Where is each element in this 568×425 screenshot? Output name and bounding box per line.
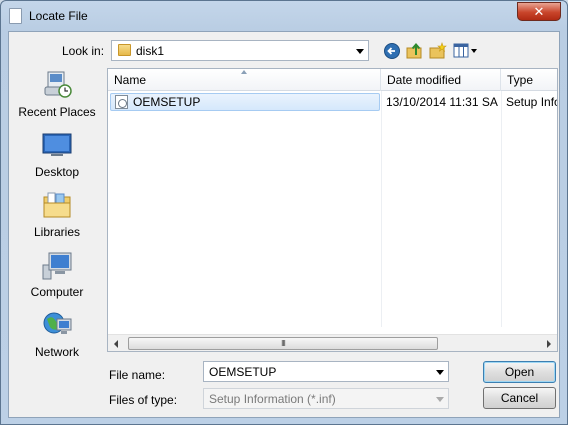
column-header-date-modified[interactable]: Date modified — [381, 69, 501, 91]
place-computer[interactable]: Computer — [9, 249, 105, 307]
folder-icon — [118, 44, 131, 56]
sort-ascending-icon — [241, 70, 247, 74]
libraries-icon — [43, 192, 71, 218]
place-label: Recent Places — [18, 105, 96, 119]
window-title: Locate File — [29, 9, 88, 23]
scroll-right-icon[interactable] — [547, 340, 551, 348]
new-folder-icon[interactable] — [429, 42, 447, 60]
place-recent-places[interactable]: Recent Places — [9, 69, 105, 127]
desktop-icon — [42, 133, 72, 156]
look-in-dropdown[interactable]: disk1 — [111, 40, 369, 61]
file-name: OEMSETUP — [133, 95, 201, 109]
place-network[interactable]: Network — [9, 309, 105, 367]
chevron-down-icon — [436, 396, 444, 402]
recent-places-icon — [44, 71, 72, 98]
scroll-left-icon[interactable] — [114, 340, 118, 348]
network-icon — [43, 312, 72, 334]
file-name-value: OEMSETUP — [209, 365, 277, 379]
document-icon — [9, 8, 22, 24]
horizontal-scrollbar[interactable]: III — [108, 334, 557, 351]
cancel-button[interactable]: Cancel — [483, 387, 556, 409]
column-divider — [381, 91, 382, 327]
file-date-modified: 13/10/2014 11:31 SA — [386, 95, 498, 109]
files-of-type-dropdown[interactable]: Setup Information (*.inf) — [203, 388, 449, 409]
place-label: Desktop — [34, 165, 80, 179]
view-menu-icon[interactable] — [453, 42, 479, 60]
open-button[interactable]: Open — [483, 361, 556, 383]
up-folder-icon[interactable] — [406, 42, 424, 60]
place-label: Libraries — [33, 225, 81, 239]
file-name-label: File name: — [109, 368, 166, 382]
list-header: Name Date modified Type — [108, 69, 557, 91]
setup-information-file-icon — [115, 95, 128, 109]
close-button[interactable]: ✕ — [517, 2, 561, 21]
place-label: Network — [34, 345, 79, 359]
place-desktop[interactable]: Desktop — [9, 129, 105, 187]
scroll-thumb[interactable]: III — [128, 337, 438, 350]
files-of-type-value: Setup Information (*.inf) — [209, 392, 336, 406]
column-header-type[interactable]: Type — [501, 69, 557, 91]
place-label: Computer — [30, 285, 84, 299]
file-list[interactable]: Name Date modified Type OEMSETUP 13/10/2… — [107, 68, 558, 352]
locate-file-dialog: Locate File ✕ Look in: disk1 Recent Plac… — [0, 0, 568, 425]
file-row[interactable]: OEMSETUP 13/10/2014 11:31 SA Setup Info — [108, 93, 558, 111]
chevron-down-icon[interactable] — [436, 369, 444, 375]
chevron-down-icon — [356, 48, 364, 54]
title-bar[interactable]: Locate File ✕ — [1, 1, 567, 31]
place-libraries[interactable]: Libraries — [9, 189, 105, 247]
file-name-input[interactable]: OEMSETUP — [203, 361, 449, 382]
places-bar: Recent Places Desktop Libraries Computer… — [9, 69, 105, 379]
column-divider — [501, 91, 502, 327]
look-in-value: disk1 — [136, 44, 165, 58]
back-icon[interactable] — [383, 42, 401, 60]
files-of-type-label: Files of type: — [109, 393, 178, 407]
dialog-body: Look in: disk1 Recent Places Desktop Lib… — [8, 31, 560, 418]
look-in-label: Look in: — [62, 44, 105, 58]
file-type: Setup Info — [506, 95, 558, 109]
computer-icon — [42, 252, 72, 280]
